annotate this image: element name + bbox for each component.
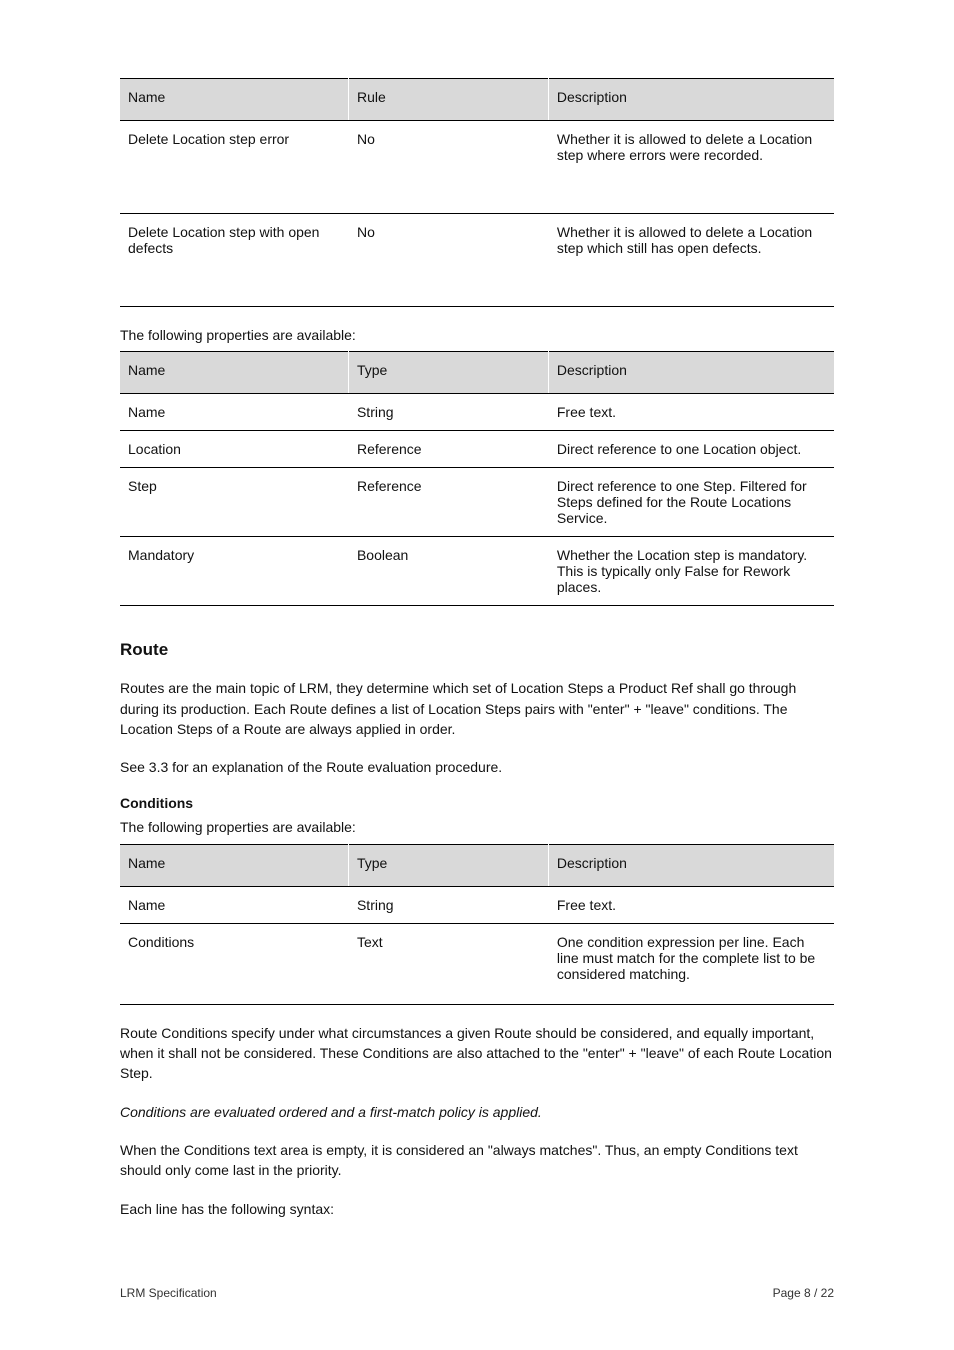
conditions-para-2: Conditions are evaluated ordered and a f… (120, 1102, 834, 1122)
col-desc: Description (548, 352, 834, 394)
table-row: Delete Location step error No Whether it… (120, 121, 834, 214)
cell-desc: Whether it is allowed to delete a Locati… (548, 121, 834, 214)
conditions-para-1: Route Conditions specify under what circ… (120, 1023, 834, 1084)
cell-desc: Whether the Location step is mandatory. … (548, 537, 834, 606)
cell-type: Text (348, 923, 548, 1004)
table-location-step-props: Name Type Description Name String Free t… (120, 351, 834, 606)
heading-route: Route (120, 640, 834, 660)
conditions-para-3: When the Conditions text area is empty, … (120, 1140, 834, 1181)
cell-rule: No (348, 214, 548, 307)
table-row: Location Reference Direct reference to o… (120, 431, 834, 468)
table-b-lead: The following properties are available: (120, 325, 834, 345)
table-header-row: Name Type Description (120, 352, 834, 394)
cell-type: String (348, 394, 548, 431)
conditions-lead: The following properties are available: (120, 817, 834, 837)
route-para-2: See 3.3 for an explanation of the Route … (120, 757, 834, 777)
table-row: Step Reference Direct reference to one S… (120, 468, 834, 537)
table-location-step-rules: Name Rule Description Delete Location st… (120, 78, 834, 307)
cell-type: String (348, 886, 548, 923)
cell-name: Name (120, 886, 348, 923)
cell-desc: Direct reference to one Location object. (548, 431, 834, 468)
col-type: Type (348, 844, 548, 886)
table-row: Name String Free text. (120, 886, 834, 923)
page: Name Rule Description Delete Location st… (0, 0, 954, 1265)
conditions-para-4: Each line has the following syntax: (120, 1199, 834, 1219)
route-para-1: Routes are the main topic of LRM, they d… (120, 678, 834, 739)
table-conditions-props: Name Type Description Name String Free t… (120, 844, 834, 1005)
table-row: Delete Location step with open defects N… (120, 214, 834, 307)
cell-name: Name (120, 394, 348, 431)
col-desc: Description (548, 844, 834, 886)
cell-name: Conditions (120, 923, 348, 1004)
page-footer: LRM Specification Page 8 / 22 (120, 1286, 834, 1300)
col-desc: Description (548, 79, 834, 121)
col-name: Name (120, 352, 348, 394)
col-type: Type (348, 352, 548, 394)
table-header-row: Name Type Description (120, 844, 834, 886)
cell-desc: One condition expression per line. Each … (548, 923, 834, 1004)
col-name: Name (120, 79, 348, 121)
cell-desc: Free text. (548, 886, 834, 923)
cell-name: Mandatory (120, 537, 348, 606)
table-header-row: Name Rule Description (120, 79, 834, 121)
table-row: Name String Free text. (120, 394, 834, 431)
cell-name: Delete Location step error (120, 121, 348, 214)
cell-type: Reference (348, 468, 548, 537)
cell-name: Delete Location step with open defects (120, 214, 348, 307)
cell-type: Boolean (348, 537, 548, 606)
table-row: Mandatory Boolean Whether the Location s… (120, 537, 834, 606)
col-rule: Rule (348, 79, 548, 121)
col-name: Name (120, 844, 348, 886)
cell-desc: Whether it is allowed to delete a Locati… (548, 214, 834, 307)
cell-type: Reference (348, 431, 548, 468)
cell-name: Step (120, 468, 348, 537)
cell-name: Location (120, 431, 348, 468)
cell-rule: No (348, 121, 548, 214)
footer-left: LRM Specification (120, 1286, 217, 1300)
heading-conditions: Conditions (120, 795, 834, 811)
table-row: Conditions Text One condition expression… (120, 923, 834, 1004)
cell-desc: Free text. (548, 394, 834, 431)
footer-right: Page 8 / 22 (773, 1286, 834, 1300)
cell-desc: Direct reference to one Step. Filtered f… (548, 468, 834, 537)
